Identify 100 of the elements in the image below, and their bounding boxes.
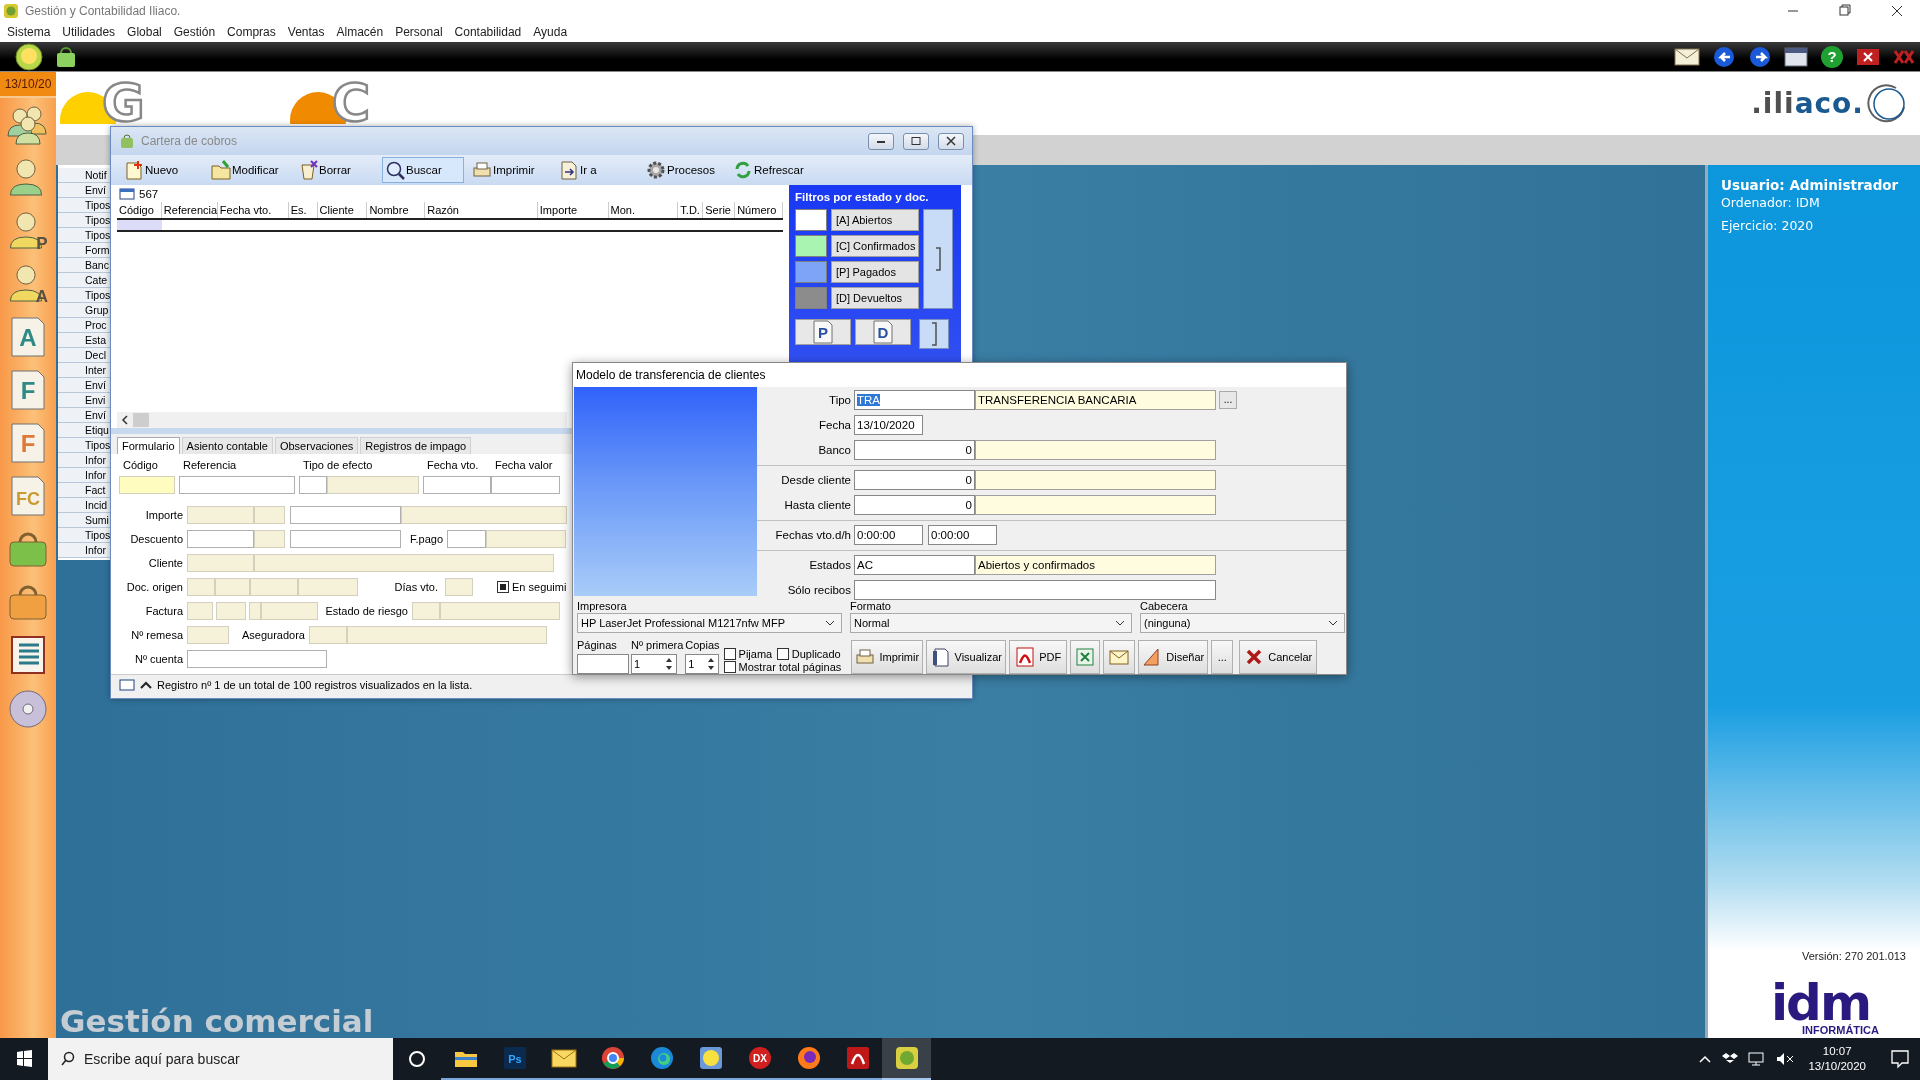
time-field[interactable]: 0:00:00	[928, 525, 997, 545]
list-item[interactable]: Infor	[58, 468, 112, 483]
speaker-muted-icon[interactable]	[1776, 1052, 1795, 1066]
input-field[interactable]	[187, 530, 254, 548]
time-field[interactable]: 0:00:00	[854, 525, 923, 545]
menu-item[interactable]: Gestión	[167, 25, 222, 39]
table-cell[interactable]	[117, 220, 162, 230]
app-icon[interactable]	[894, 1046, 919, 1070]
menu-item[interactable]: Global	[121, 25, 168, 39]
list-item[interactable]: Tipos	[58, 288, 112, 303]
app-icon[interactable]: DX	[747, 1046, 772, 1070]
filter-button[interactable]: [P] Pagados	[831, 261, 919, 283]
input-field[interactable]	[187, 554, 254, 572]
column-header[interactable]: Razón	[425, 202, 538, 218]
input-field[interactable]	[216, 602, 246, 620]
input-field[interactable]	[254, 530, 285, 548]
horizontal-scrollbar[interactable]	[117, 412, 567, 428]
list-item[interactable]: Form	[58, 243, 112, 258]
toolbar-button[interactable]: Ir a	[556, 157, 638, 183]
menu-item[interactable]: Sistema	[1, 25, 57, 39]
input-field[interactable]	[401, 506, 567, 524]
disc-icon[interactable]	[6, 687, 50, 729]
column-header[interactable]: T.D.	[678, 202, 704, 218]
toolbar-button[interactable]: Modificar	[208, 157, 290, 183]
window-icon[interactable]	[1784, 46, 1808, 67]
date-field[interactable]: 13/10/2020	[854, 415, 923, 435]
maximize-button[interactable]	[903, 132, 929, 150]
list-item[interactable]: Decl	[58, 348, 112, 363]
tab[interactable]: Formulario	[117, 437, 180, 454]
menu-item[interactable]: Almacén	[330, 25, 390, 39]
column-header[interactable]: Nombre	[367, 202, 426, 218]
list-item[interactable]: Sumi	[58, 513, 112, 528]
toolbar-button[interactable]: Imprimir	[469, 157, 551, 183]
clock-time[interactable]: 10:07	[1822, 1044, 1852, 1059]
close-icon[interactable]	[1856, 46, 1880, 67]
list-item[interactable]: Enví	[58, 378, 112, 393]
list-item[interactable]: Notif	[58, 168, 112, 183]
list-item[interactable]: Proc	[58, 318, 112, 333]
dropdown[interactable]: Normal	[850, 613, 1132, 633]
input-field[interactable]: 0	[854, 470, 975, 490]
input-field[interactable]	[254, 506, 285, 524]
input-field[interactable]	[309, 626, 347, 644]
search-field[interactable]: Escribe aquí para buscar	[48, 1038, 393, 1080]
box-icon[interactable]	[1722, 1052, 1739, 1066]
list-item[interactable]: Tipos	[58, 213, 112, 228]
close-button[interactable]	[938, 132, 964, 150]
browse-button[interactable]: ...	[1219, 391, 1237, 409]
input-field[interactable]	[299, 476, 327, 494]
list-item[interactable]: Grup	[58, 303, 112, 318]
bracket-button[interactable]	[919, 319, 949, 349]
input-field[interactable]	[254, 554, 554, 572]
checkbox[interactable]	[723, 648, 736, 660]
action-button[interactable]: Visualizar	[926, 640, 1007, 674]
column-header[interactable]: Es.	[288, 202, 318, 218]
input-field[interactable]	[445, 578, 473, 596]
column-header[interactable]: Importe	[537, 202, 609, 218]
input-field[interactable]	[261, 602, 318, 620]
list-item[interactable]: Envi	[58, 393, 112, 408]
list-item[interactable]: Enví	[58, 183, 112, 198]
input-field[interactable]	[491, 476, 560, 494]
input-field[interactable]	[577, 654, 629, 674]
toolbar-button[interactable]: Borrar	[295, 157, 377, 183]
menu-item[interactable]: Utilidades	[56, 25, 122, 39]
input-field[interactable]	[423, 476, 491, 494]
bracket-button[interactable]	[923, 209, 953, 309]
more-button[interactable]: ...	[1211, 640, 1234, 674]
checkbox[interactable]	[776, 648, 789, 660]
bag-icon[interactable]	[54, 44, 78, 69]
list-item[interactable]: Cate	[58, 273, 112, 288]
input-field[interactable]	[187, 602, 213, 620]
minimize-button[interactable]	[868, 132, 894, 150]
input-field[interactable]	[447, 530, 486, 548]
list-item[interactable]: Inter	[58, 363, 112, 378]
menu-item[interactable]: Ventas	[281, 25, 331, 39]
toolbar-button[interactable]: Procesos	[643, 157, 725, 183]
scrollbar-thumb[interactable]	[133, 413, 149, 427]
list-item[interactable]: Banc	[58, 258, 112, 273]
browser-icon[interactable]	[796, 1046, 821, 1070]
input-field[interactable]	[440, 602, 560, 620]
action-button[interactable]: Diseñar	[1138, 640, 1209, 674]
list-item[interactable]: Enví	[58, 408, 112, 423]
filter-button[interactable]: [A] Abiertos	[831, 209, 919, 231]
action-button[interactable]: PDF	[1009, 640, 1068, 674]
list-item[interactable]: Tipos	[58, 198, 112, 213]
tab[interactable]: Observaciones	[274, 437, 359, 454]
action-button[interactable]: Imprimir	[851, 640, 924, 674]
document-filter-button[interactable]: D	[855, 319, 911, 345]
clock-date[interactable]: 13/10/2020	[1808, 1059, 1866, 1074]
tab[interactable]: Asiento contable	[181, 437, 273, 454]
envelope-icon[interactable]	[550, 1047, 577, 1069]
browser-icon[interactable]	[649, 1046, 674, 1070]
checkbox[interactable]	[723, 661, 736, 673]
people-group-icon[interactable]	[6, 104, 50, 146]
network-icon[interactable]	[1748, 1052, 1767, 1066]
tab[interactable]: Registros de impago	[360, 437, 472, 454]
input-field[interactable]	[119, 476, 175, 494]
envelope-icon[interactable]	[1674, 46, 1700, 67]
browser-icon[interactable]	[600, 1046, 625, 1070]
input-field[interactable]	[327, 476, 419, 494]
input-field[interactable]	[187, 650, 327, 668]
